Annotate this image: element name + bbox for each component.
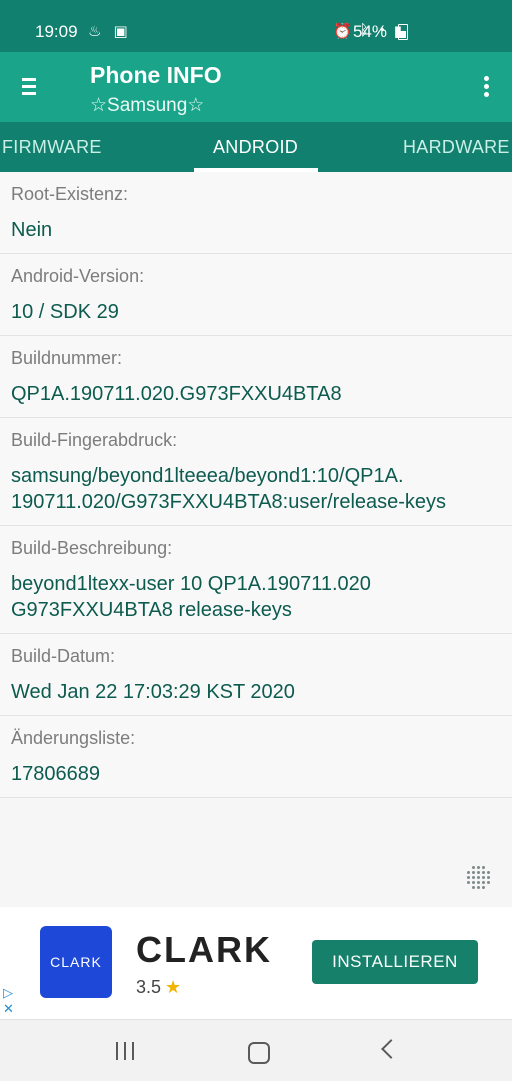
grid-dot [472,886,475,889]
alarm-icon: ⏰ [332,23,352,40]
grid-dot [477,866,480,869]
dots-grid-icon[interactable] [467,866,491,890]
grid-dot [472,881,475,884]
grid-dot [477,886,480,889]
tab-hardware[interactable]: HARDWARE [403,137,510,158]
ad-rating: 3.5 ★ [136,977,181,998]
row-label: Build-Beschreibung: [11,538,173,558]
notification-icon: ♨ [88,23,102,40]
grid-dot [482,866,485,869]
grid-dot [472,876,475,879]
row-value: samsung/beyond1lteeea/beyond1:10/QP1A. 1… [11,463,502,515]
more-options-icon[interactable] [484,76,490,98]
row-value: Nein [11,219,53,241]
grid-dot [482,881,485,884]
tab-firmware[interactable]: FIRMWARE [2,137,102,158]
image-icon: ▣ [113,23,128,40]
status-icons-left: ♨ ▣ [88,22,128,40]
status-bar: 19:09 ♨ ▣ ⏰ ᛒ ◔ ▮ 54% [0,0,512,52]
grid-dot [472,871,475,874]
battery-percent: 54% [352,22,387,41]
list-item: Änderungsliste: 17806689 [0,716,512,798]
install-button[interactable]: INSTALLIEREN [312,940,478,984]
row-value: 17806689 [11,763,100,785]
row-value: beyond1ltexx-user 10 QP1A.190711.020 G97… [11,571,502,623]
recent-apps-icon[interactable] [116,1042,134,1060]
list-item: Build-Datum: Wed Jan 22 17:03:29 KST 202… [0,634,512,716]
list-item: Build-Fingerabdruck: samsung/beyond1ltee… [0,418,512,526]
ad-app-name[interactable]: CLARK [136,929,272,971]
row-value: QP1A.190711.020.G973FXXU4BTA8 [11,383,342,405]
grid-dot [472,866,475,869]
row-label: Buildnummer: [11,348,123,368]
list-item: Root-Existenz: Nein [0,172,512,254]
row-label: Android-Version: [11,266,145,286]
row-label: Build-Datum: [11,646,116,666]
grid-dot [477,871,480,874]
row-value-line: 190711.020/G973FXXU4BTA8:user/release-ke… [11,491,447,513]
row-label: Build-Fingerabdruck: [11,430,178,450]
info-list: Root-Existenz: Nein Android-Version: 10 … [0,172,512,798]
grid-dot [477,881,480,884]
star-icon: ★ [165,977,182,997]
status-time: 19:09 [35,22,78,41]
menu-icon[interactable] [22,76,40,96]
list-item: Android-Version: 10 / SDK 29 [0,254,512,336]
close-icon[interactable]: ✕ [3,1001,14,1017]
row-value-line: samsung/beyond1lteeea/beyond1:10/QP1A. [11,465,404,487]
row-label: Änderungsliste: [11,728,136,748]
row-value: 10 / SDK 29 [11,301,119,323]
app-subtitle: ☆Samsung☆ [90,95,205,116]
grid-dot [482,876,485,879]
back-icon[interactable] [381,1039,401,1059]
grid-dot [467,881,470,884]
ad-logo[interactable]: CLARK [40,926,112,998]
grid-dot [482,871,485,874]
tab-bar: FIRMWARE ANDROID HARDWARE [0,122,512,172]
grid-dot [477,876,480,879]
row-value: Wed Jan 22 17:03:29 KST 2020 [11,681,295,703]
ad-choices-icons[interactable]: ▷ ✕ [3,985,14,1017]
ad-banner[interactable]: CLARK CLARK 3.5 ★ INSTALLIEREN ▷ ✕ [0,907,512,1019]
app-bar: Phone INFO ☆Samsung☆ [0,52,512,122]
grid-dot [487,876,490,879]
app-title: Phone INFO [90,62,222,88]
home-icon[interactable] [248,1042,270,1064]
list-item: Buildnummer: QP1A.190711.020.G973FXXU4BT… [0,336,512,418]
grid-dot [487,871,490,874]
row-value-line: G973FXXU4BTA8 release-keys [11,599,292,621]
ad-choices-icon[interactable]: ▷ [3,985,14,1001]
battery-icon [398,24,408,40]
ad-rating-value: 3.5 [136,977,162,997]
row-value-line: beyond1ltexx-user 10 QP1A.190711.020 [11,573,371,595]
grid-dot [482,886,485,889]
grid-dot [487,881,490,884]
list-item: Build-Beschreibung: beyond1ltexx-user 10… [0,526,512,634]
grid-dot [467,871,470,874]
row-label: Root-Existenz: [11,184,129,204]
tab-android[interactable]: ANDROID [213,137,298,158]
grid-dot [467,876,470,879]
navigation-bar [0,1019,512,1081]
